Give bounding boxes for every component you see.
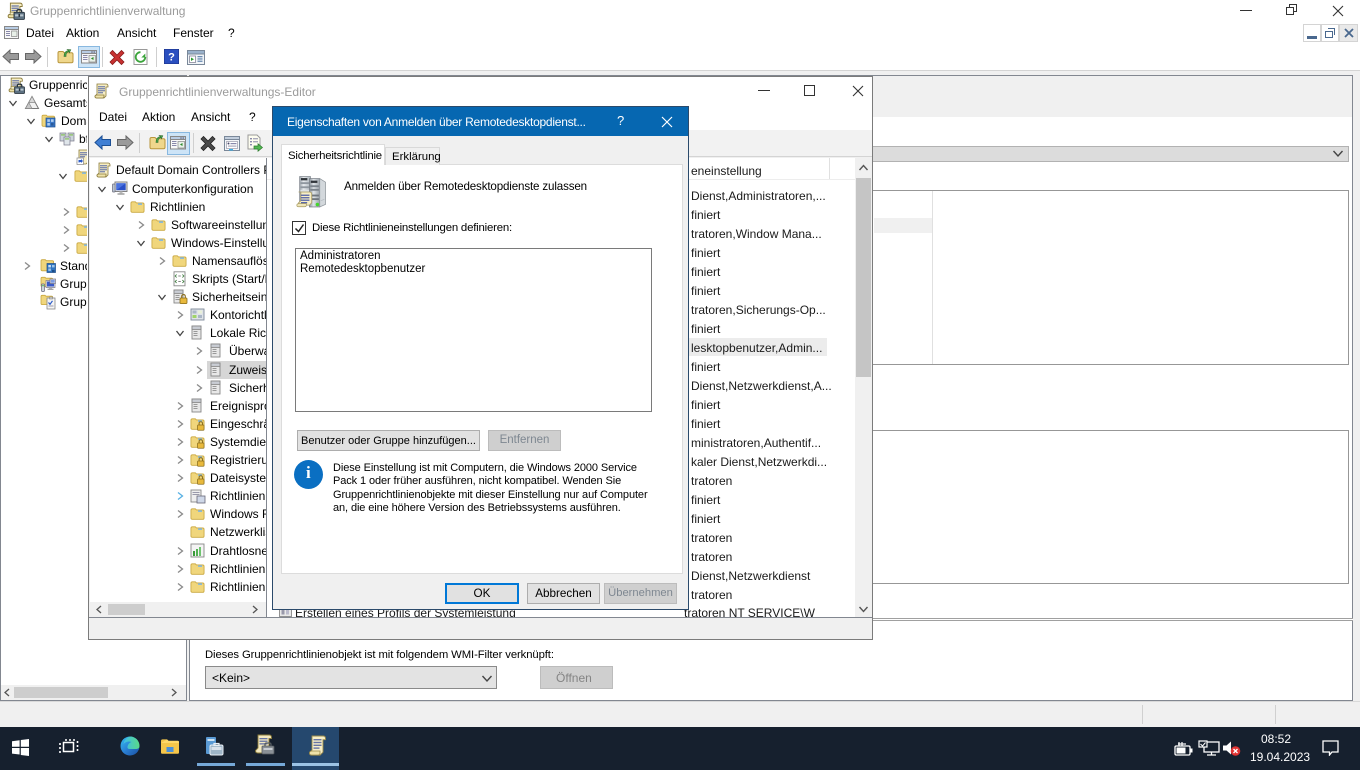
svg-text:?: ?: [168, 52, 175, 64]
